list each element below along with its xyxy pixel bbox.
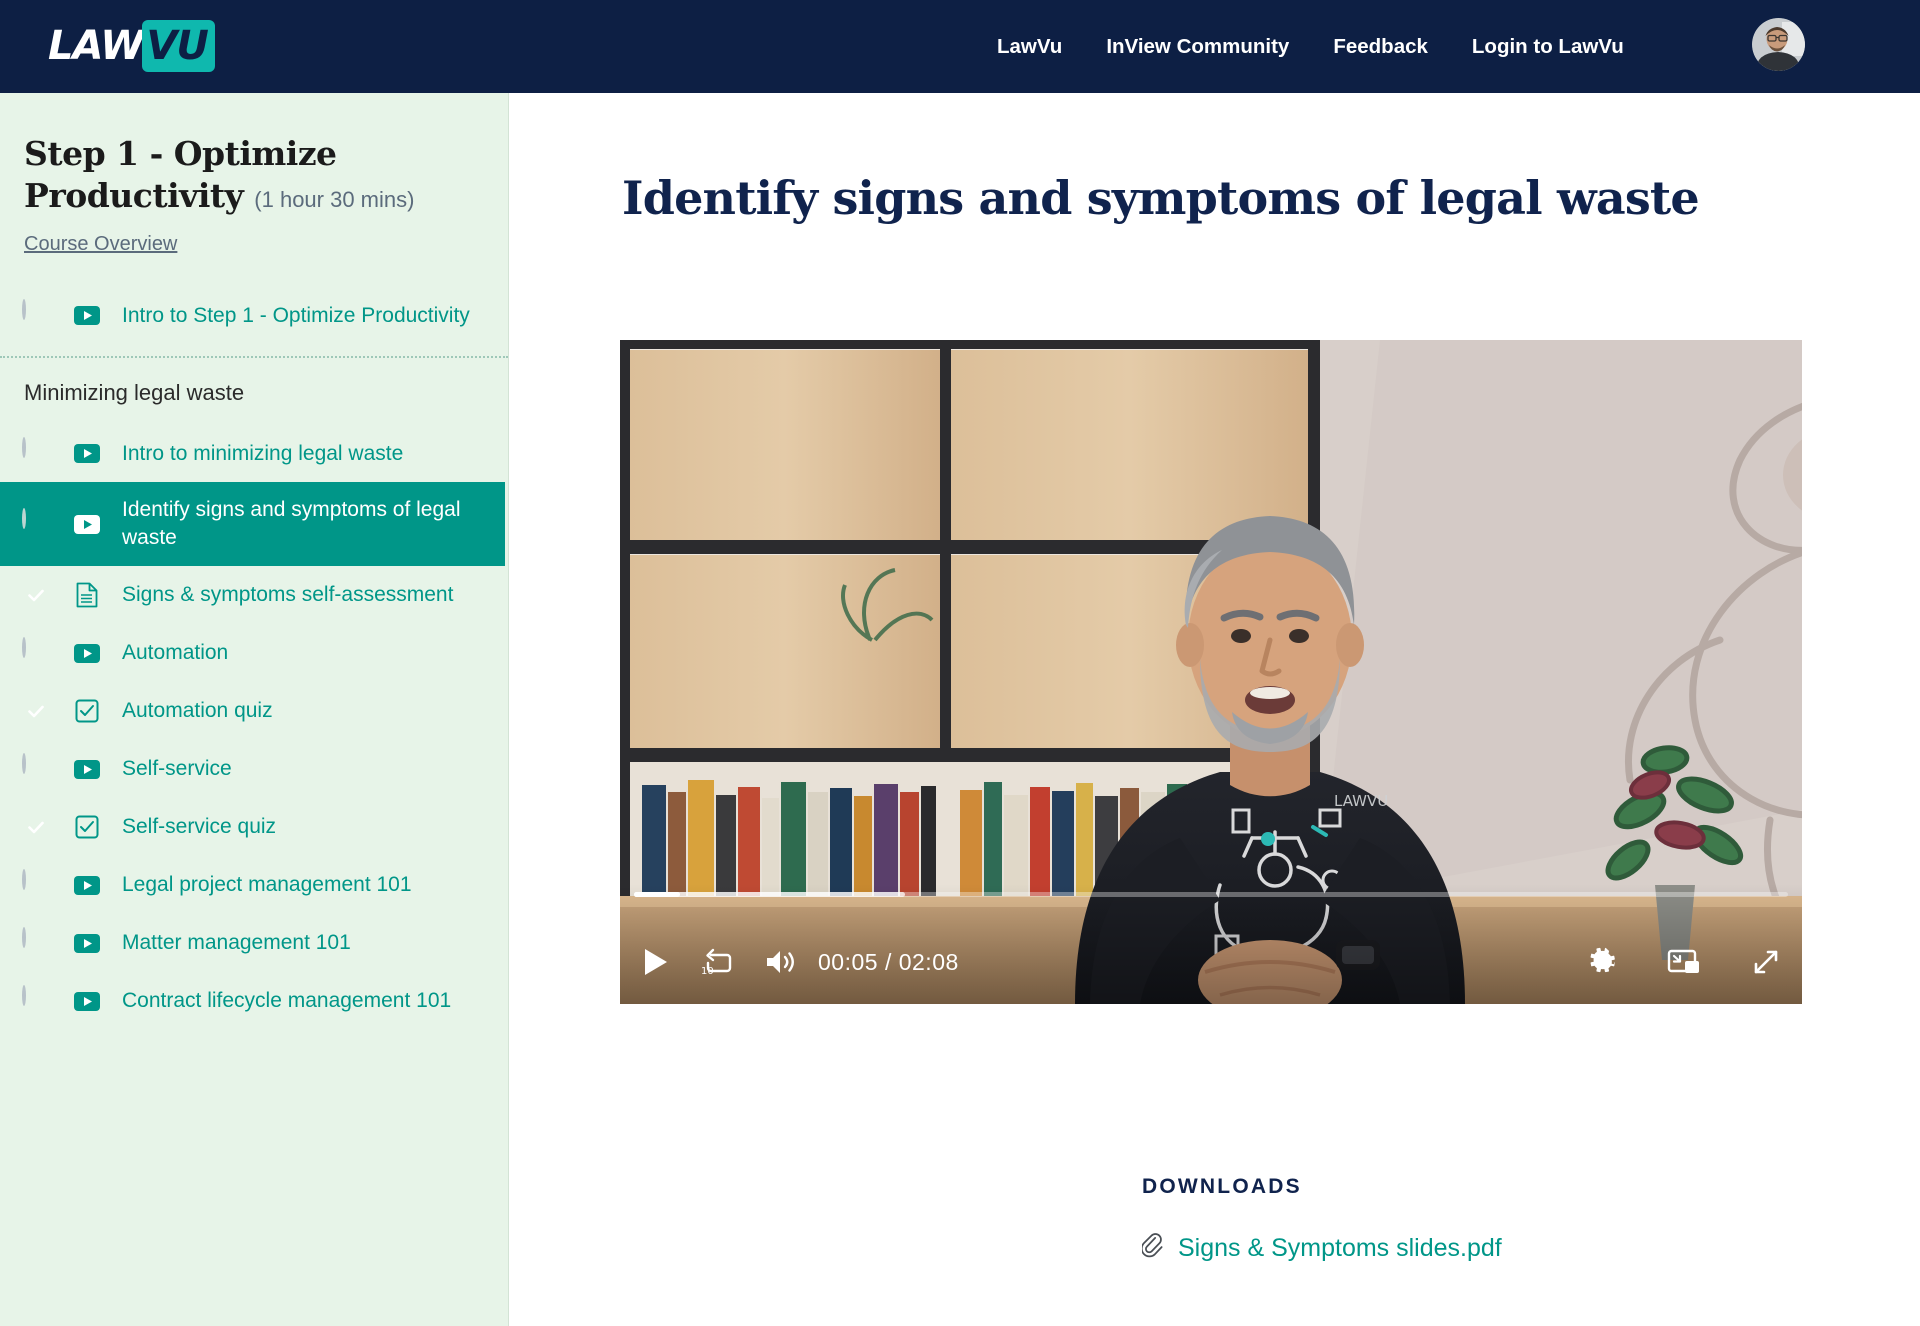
video-progress-bar[interactable] [634, 892, 1788, 897]
lesson-item-self-service[interactable]: Self-service [0, 740, 508, 798]
lesson-item-self-service-quiz[interactable]: Self-service quiz [0, 798, 508, 856]
lesson-label: Self-service [122, 757, 232, 781]
rewind-amount-label: 10 [701, 966, 714, 977]
lesson-status-incomplete-icon[interactable] [22, 299, 50, 329]
progress-played [634, 892, 681, 897]
main-content: Identify signs and symptoms of legal was… [510, 93, 1920, 1326]
logo-text-vu: VU [146, 23, 208, 69]
status-ring [22, 985, 26, 1007]
volume-icon[interactable] [760, 942, 800, 982]
lesson-status-incomplete-icon[interactable] [22, 927, 50, 957]
play-icon[interactable] [634, 942, 678, 982]
lesson-item-automation-quiz[interactable]: Automation quiz [0, 682, 508, 740]
primary-nav-links: LawVu InView Community Feedback Login to… [975, 0, 1646, 93]
lesson-item-matter-management-101[interactable]: Matter management 101 [0, 914, 508, 972]
video-play-icon [74, 511, 100, 537]
svg-text:LAWVU: LAWVU [1334, 792, 1388, 810]
video-play-icon [74, 930, 100, 956]
status-ring [22, 927, 26, 949]
lesson-item-automation[interactable]: Automation [0, 624, 508, 682]
status-ring [22, 437, 26, 459]
document-icon [74, 582, 100, 608]
status-ring [22, 637, 26, 659]
sidebar-section-heading: Minimizing legal waste [24, 380, 245, 406]
lesson-label: Signs & symptoms self-assessment [122, 583, 454, 607]
section-divider [0, 356, 508, 359]
lesson-label: Automation [122, 641, 229, 665]
lesson-item-legal-project-management-101[interactable]: Legal project management 101 [0, 856, 508, 914]
logo-text-law: LAW [48, 23, 144, 69]
lesson-status-incomplete-icon[interactable] [22, 437, 50, 467]
nav-link-login-to-lawvu[interactable]: Login to LawVu [1450, 35, 1646, 59]
lesson-status-complete-icon[interactable] [22, 813, 50, 841]
top-navigation-bar: LAW VU LawVu InView Community Feedback L… [0, 0, 1920, 93]
lesson-status-incomplete-icon[interactable] [22, 753, 50, 783]
video-play-icon [74, 302, 100, 328]
lesson-item-contract-lifecycle-management-101[interactable]: Contract lifecycle management 101 [0, 972, 508, 1030]
video-play-icon [74, 440, 100, 466]
lesson-item-identify-signs-symptoms[interactable]: Identify signs and symptoms of legal was… [0, 482, 505, 567]
course-title: Step 1 - Optimize Productivity (1 hour 3… [24, 133, 484, 217]
checkmark-icon [22, 697, 50, 725]
video-play-icon [74, 872, 100, 898]
lesson-label: Intro to minimizing legal waste [122, 441, 404, 465]
lesson-status-incomplete-icon[interactable] [22, 869, 50, 899]
video-play-icon [74, 756, 100, 782]
video-player[interactable]: LAWVU 10 00:05 / 02:08 [620, 340, 1802, 1004]
lesson-status-complete-icon[interactable] [22, 697, 50, 725]
download-file-name: Signs & Symptoms slides.pdf [1178, 1234, 1502, 1262]
lesson-label: Legal project management 101 [122, 873, 412, 897]
gear-icon[interactable] [1580, 942, 1624, 982]
course-overview-link[interactable]: Course Overview [24, 233, 177, 256]
lawvu-logo[interactable]: LAW VU [48, 20, 215, 72]
nav-link-feedback[interactable]: Feedback [1311, 35, 1450, 59]
lesson-label: Contract lifecycle management 101 [122, 989, 452, 1013]
paperclip-icon [1140, 1233, 1164, 1264]
lesson-item-intro-step-1[interactable]: Intro to Step 1 - Optimize Productivity [0, 286, 508, 344]
page-body: Step 1 - Optimize Productivity (1 hour 3… [0, 93, 1920, 1326]
lesson-label: Identify signs and symptoms of legal was… [122, 498, 461, 550]
checkmark-icon [22, 581, 50, 609]
status-ring [22, 869, 26, 891]
lesson-status-incomplete-icon[interactable] [22, 637, 50, 667]
lesson-label: Intro to Step 1 - Optimize Productivity [122, 303, 470, 327]
lesson-item-signs-symptoms-self-assessment[interactable]: Signs & symptoms self-assessment [0, 566, 508, 624]
course-sidebar: Step 1 - Optimize Productivity (1 hour 3… [0, 93, 509, 1326]
video-play-icon [74, 988, 100, 1014]
picture-in-picture-icon[interactable] [1662, 942, 1706, 982]
status-ring [22, 753, 26, 775]
page-title: Identify signs and symptoms of legal was… [622, 171, 1700, 225]
user-avatar[interactable] [1752, 18, 1805, 71]
downloads-heading: DOWNLOADS [1142, 1175, 1302, 1198]
avatar-photo [1752, 18, 1805, 71]
lesson-status-incomplete-icon[interactable] [22, 508, 50, 538]
quiz-checkbox-icon [74, 698, 100, 724]
rewind-10-icon[interactable]: 10 [696, 942, 736, 982]
lesson-status-incomplete-icon[interactable] [22, 985, 50, 1015]
nav-link-inview-community[interactable]: InView Community [1084, 35, 1311, 59]
course-duration: (1 hour 30 mins) [254, 187, 415, 213]
lesson-list: Intro to Step 1 - Optimize Productivity … [0, 286, 508, 1030]
checkmark-icon [22, 813, 50, 841]
lesson-label: Self-service quiz [122, 815, 277, 839]
fullscreen-icon[interactable] [1744, 942, 1788, 982]
quiz-checkbox-icon [74, 814, 100, 840]
logo-badge: VU [142, 20, 215, 72]
video-play-icon [74, 640, 100, 666]
status-ring [22, 508, 26, 530]
nav-link-lawvu[interactable]: LawVu [975, 35, 1084, 59]
lesson-label: Automation quiz [122, 699, 273, 723]
video-controls: 10 00:05 / 02:08 [620, 884, 1802, 1004]
lesson-label: Matter management 101 [122, 931, 351, 955]
download-link-signs-symptoms-slides[interactable]: Signs & Symptoms slides.pdf [1140, 1233, 1502, 1264]
lesson-status-complete-icon[interactable] [22, 581, 50, 609]
video-time-display: 00:05 / 02:08 [818, 948, 959, 975]
status-ring [22, 299, 26, 321]
video-control-row: 10 00:05 / 02:08 [634, 942, 1788, 982]
lesson-item-intro-minimizing-legal-waste[interactable]: Intro to minimizing legal waste [0, 424, 508, 482]
